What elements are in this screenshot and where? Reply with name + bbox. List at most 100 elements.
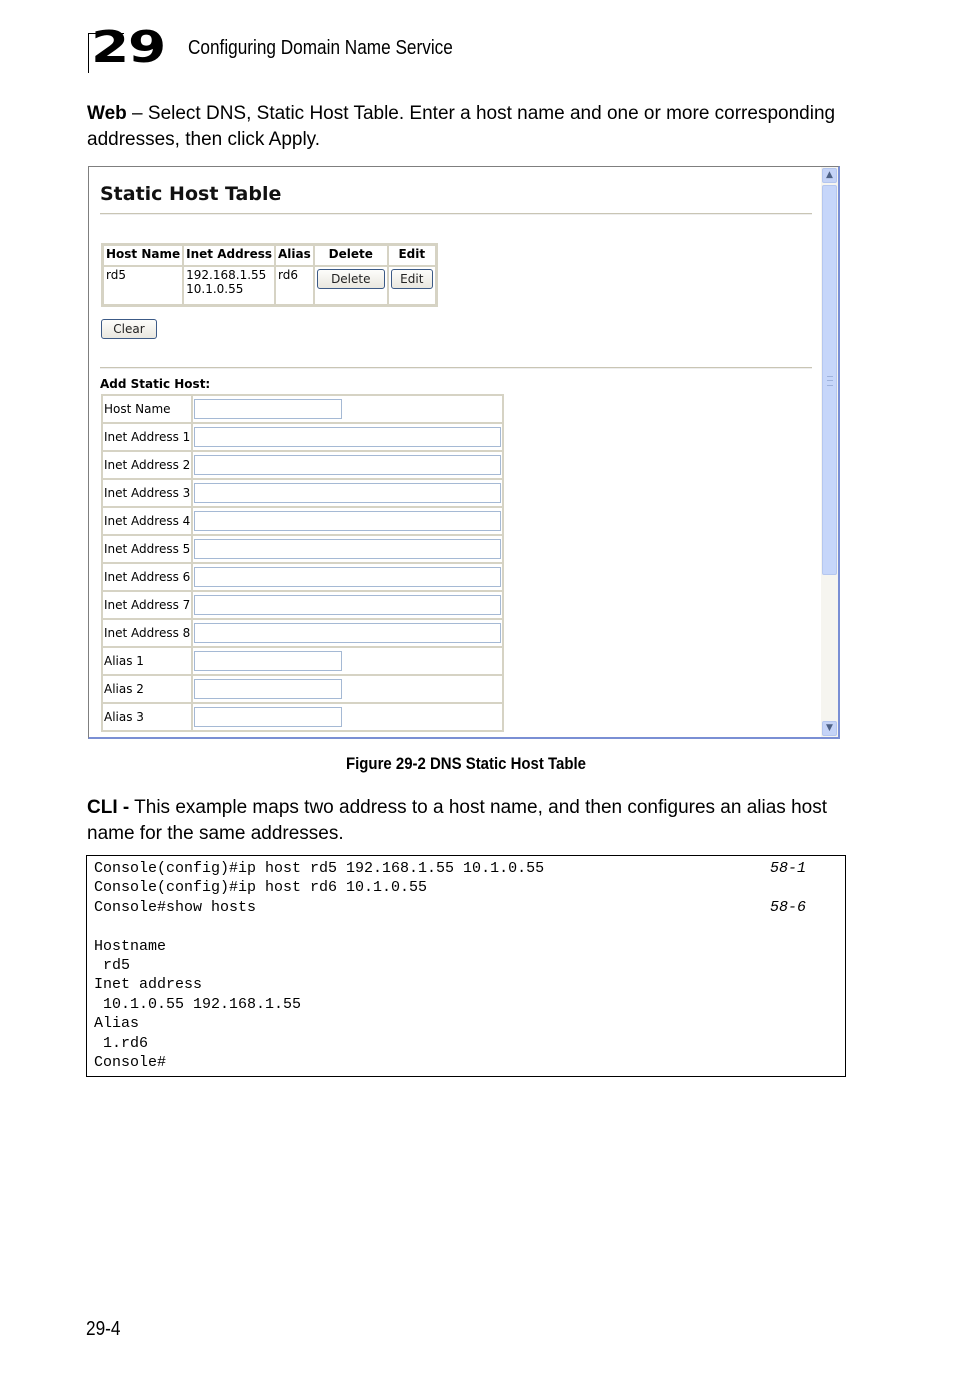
code-text: Console#show hosts [94, 898, 257, 916]
field-cell [192, 507, 504, 535]
chevron-up-icon: ▲ [826, 170, 833, 180]
code-text: Inet address [94, 976, 203, 994]
static-host-table-window: Static Host Table Host Name Inet Address… [88, 166, 840, 739]
form-row-alias-3: Alias 3 [102, 703, 504, 731]
field-cell [192, 703, 504, 731]
table-row: rd5 192.168.1.55 10.1.0.55 rd6 Delete Ed… [103, 266, 436, 305]
edit-button[interactable]: Edit [390, 269, 433, 289]
field-label: Alias 1 [102, 647, 193, 675]
field-label: Inet Address 1 [102, 423, 193, 451]
code-line: 10.1.0.55 192.168.1.55 [94, 995, 845, 1014]
chapter-title: Configuring Domain Name Service [188, 37, 453, 59]
cli-code-block: Console(config)#ip host rd5 192.168.1.55… [86, 855, 846, 1077]
code-line: Inet address [94, 975, 845, 994]
field-label: Alias 2 [102, 675, 193, 703]
inet-address-6-input[interactable] [194, 567, 502, 587]
column-alias: Alias [275, 245, 314, 266]
figure-caption: Figure 29-2 DNS Static Host Table [346, 754, 586, 773]
field-cell [192, 535, 504, 563]
code-text: Console(config)#ip host rd5 192.168.1.55… [94, 860, 545, 877]
field-cell [192, 563, 504, 591]
host-name-input[interactable] [194, 399, 343, 419]
inet-address-3-input[interactable] [194, 483, 502, 503]
form-row-alias-1: Alias 1 [102, 647, 504, 675]
vertical-scrollbar[interactable]: ▲ ▼ [821, 167, 838, 737]
scroll-down-button[interactable]: ▼ [822, 721, 837, 736]
window-content: Static Host Table Host Name Inet Address… [89, 167, 822, 737]
inet-address-7-input[interactable] [194, 595, 502, 615]
clear-button[interactable]: Clear [101, 319, 157, 339]
alias-3-input[interactable] [194, 707, 343, 727]
scrollbar-thumb[interactable] [822, 185, 837, 575]
field-cell [192, 619, 504, 647]
cli-instructions: CLI - This example maps two address to a… [87, 795, 847, 847]
form-row-inet-address-5: Inet Address 5 [102, 535, 504, 563]
form-row-host-name: Host Name [102, 395, 504, 423]
code-text: Alias [94, 1015, 140, 1033]
form-row-inet-address-2: Inet Address 2 [102, 451, 504, 479]
cell-host-name: rd5 [103, 266, 184, 305]
page-title: Static Host Table [100, 183, 282, 205]
field-label: Host Name [102, 395, 193, 423]
divider [100, 213, 812, 215]
page-reference: 58-1 [770, 860, 807, 877]
add-static-host-title: Add Static Host: [100, 377, 211, 391]
code-line: rd5 [94, 956, 845, 975]
inet-address-4-input[interactable] [194, 511, 502, 531]
cell-alias: rd6 [275, 266, 314, 305]
cli-lead: CLI - [87, 797, 130, 818]
code-text: Console(config)#ip host rd6 10.1.0.55 [94, 879, 428, 897]
code-line: Console(config)#ip host rd6 10.1.0.55 [94, 878, 845, 897]
divider [100, 367, 812, 369]
alias-1-input[interactable] [194, 651, 343, 671]
delete-button[interactable]: Delete [316, 269, 385, 289]
form-row-inet-address-6: Inet Address 6 [102, 563, 504, 591]
field-label: Inet Address 5 [102, 535, 193, 563]
web-instructions: Web – Select DNS, Static Host Table. Ent… [87, 101, 847, 153]
field-cell [192, 479, 504, 507]
inet-address-8-input[interactable] [194, 623, 502, 643]
inet-address-value: 192.168.1.55 [186, 268, 267, 282]
code-line: Console# [94, 1053, 845, 1072]
inet-address-5-input[interactable] [194, 539, 502, 559]
field-label: Inet Address 3 [102, 479, 193, 507]
inet-address-2-input[interactable] [194, 455, 502, 475]
scroll-up-button[interactable]: ▲ [822, 168, 837, 183]
code-text: rd5 [94, 956, 131, 974]
host-table-header: Host Name Inet Address Alias Delete Edit [103, 245, 436, 266]
field-label: Inet Address 6 [102, 563, 193, 591]
form-row-inet-address-7: Inet Address 7 [102, 591, 504, 619]
field-cell [192, 591, 504, 619]
add-static-host-form: Host Name Inet Address 1 Inet Address 2 … [101, 394, 505, 732]
chapter-number-badge: 29 [88, 26, 168, 73]
column-host-name: Host Name [103, 245, 184, 266]
field-cell [192, 451, 504, 479]
web-text: – Select DNS, Static Host Table. Enter a… [87, 103, 836, 150]
form-row-inet-address-4: Inet Address 4 [102, 507, 504, 535]
form-row-inet-address-1: Inet Address 1 [102, 423, 504, 451]
form-row-inet-address-8: Inet Address 8 [102, 619, 504, 647]
form-row-inet-address-3: Inet Address 3 [102, 479, 504, 507]
field-label: Alias 3 [102, 703, 193, 731]
cell-edit: Edit [387, 266, 436, 305]
field-cell [192, 647, 504, 675]
field-label: Inet Address 7 [102, 591, 193, 619]
chapter-number: 29 [91, 22, 166, 73]
host-table: Host Name Inet Address Alias Delete Edit… [101, 243, 438, 307]
code-text: Hostname [94, 937, 167, 955]
chevron-down-icon: ▼ [826, 723, 833, 733]
code-line: Console(config)#ip host rd5 192.168.1.55… [94, 859, 845, 878]
cell-delete: Delete [313, 266, 388, 305]
column-inet-address: Inet Address [183, 245, 276, 266]
code-text: 10.1.0.55 192.168.1.55 [94, 995, 302, 1013]
field-label: Inet Address 4 [102, 507, 193, 535]
column-delete: Delete [313, 245, 388, 266]
code-line: Hostname [94, 937, 845, 956]
chapter-badge-rule-vertical [88, 33, 89, 73]
inet-address-1-input[interactable] [194, 427, 502, 447]
field-label: Inet Address 2 [102, 451, 193, 479]
code-line: 1.rd6 [94, 1034, 845, 1053]
alias-2-input[interactable] [194, 679, 343, 699]
form-row-alias-2: Alias 2 [102, 675, 504, 703]
